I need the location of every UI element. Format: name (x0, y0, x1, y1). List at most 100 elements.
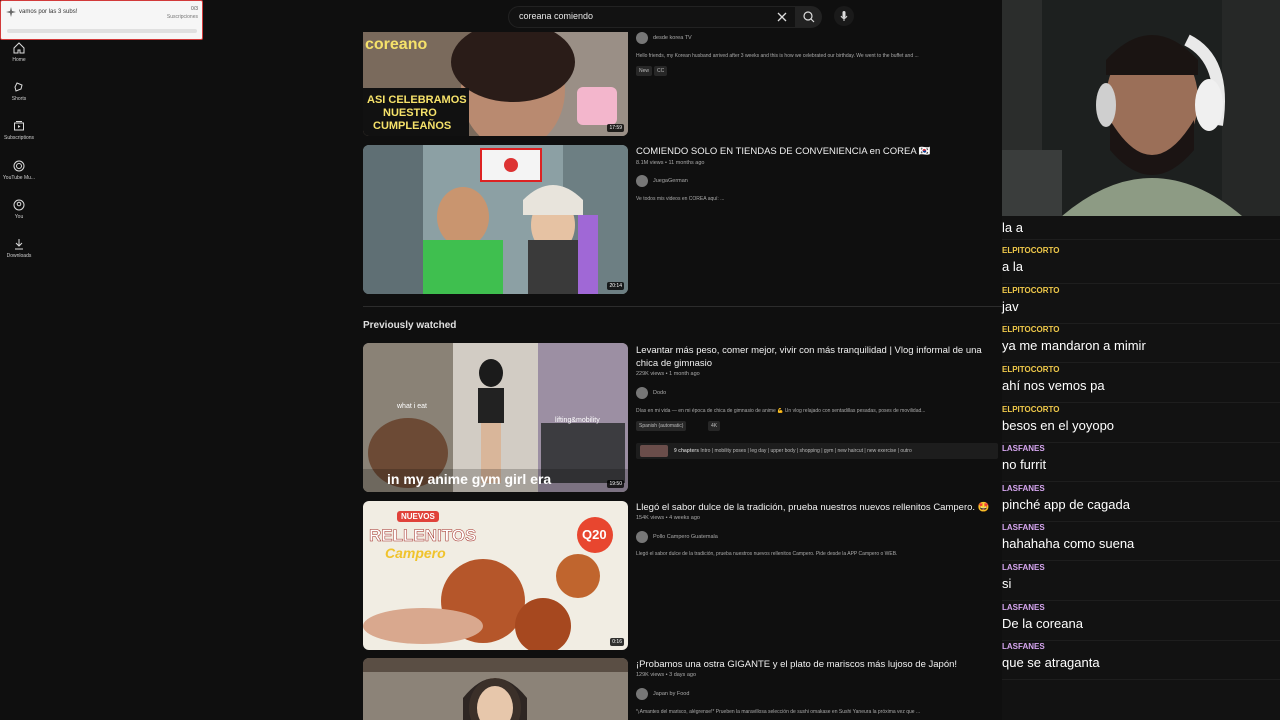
video-duration: 20:14 (607, 282, 624, 290)
thumbnail-text: CUMPLEAÑOS (373, 120, 452, 132)
chat-message: la a (1002, 216, 1280, 240)
thumbnail-text: Q20 (582, 527, 607, 542)
video-duration: 0:16 (610, 638, 624, 646)
sidebar-item-downloads[interactable]: Downloads (0, 238, 38, 276)
chapters-text: 9 chapters Intro | mobility poses | leg … (674, 448, 994, 454)
chat-username: LASFANES (1002, 523, 1045, 532)
video-channel[interactable]: Dodo (636, 387, 666, 399)
chapters-list: Intro | mobility poses | leg day | upper… (700, 448, 912, 454)
thumbnail-text: NUESTRO (383, 107, 437, 119)
video-description: Ve todos mis videos en COREA aquí: ... (636, 196, 725, 202)
sub-goal-widget: vamos por las 3 subs! 0/3 Suscripciones (0, 0, 203, 40)
screen: coreana comiendo vamos por las 3 subs! 0… (0, 0, 1280, 720)
section-divider (363, 306, 1003, 307)
goal-progress-bar (7, 29, 197, 33)
chat-username: LASFANES (1002, 484, 1045, 493)
chat-message: LASFANES hahahaha como suena (1002, 521, 1280, 561)
sidebar-item-youtube-music[interactable]: YouTube Mu... (0, 160, 38, 198)
chat-message: ELPITOCORTO a la (1002, 244, 1280, 284)
video-thumbnail[interactable]: what i eat lifting&mobility in my anime … (363, 343, 628, 492)
chat-text: pinché app de cagada (1002, 497, 1130, 512)
video-duration: 19:50 (607, 480, 624, 488)
chat-message: LASFANES pinché app de cagada (1002, 482, 1280, 522)
thumbnail-text: RELLENITOS (369, 526, 477, 546)
search-input[interactable]: coreana comiendo (508, 6, 796, 28)
chat-text: De la coreana (1002, 616, 1083, 631)
subscriptions-icon (14, 121, 24, 131)
sparkle-icon (6, 7, 16, 17)
language-badge: Spanish (automatic) (636, 421, 687, 431)
chat-username: ELPITOCORTO (1002, 325, 1060, 334)
chat-message: LASFANES si (1002, 561, 1280, 601)
chat-panel: la a ELPITOCORTO a la ELPITOCORTO jav EL… (1002, 216, 1280, 720)
thumbnail-text: coreano (365, 36, 428, 53)
chat-message: LASFANES no furrit (1002, 442, 1280, 482)
goal-label: Suscripciones (166, 14, 198, 20)
video-thumbnail[interactable]: NUEVOS RELLENITOS Campero Q20 0:16 (363, 501, 628, 650)
chat-text: hahahaha como suena (1002, 536, 1135, 551)
sidebar-item-home[interactable]: Home (0, 42, 38, 80)
chat-text: que se atraganta (1002, 655, 1100, 670)
thumbnail-text: NUEVOS (397, 511, 439, 522)
chat-text: no furrit (1002, 457, 1047, 472)
video-meta: 154K views • 4 weeks ago (636, 515, 700, 521)
download-icon (15, 239, 23, 250)
sidebar-item-label: Subscriptions (3, 135, 34, 141)
video-thumbnail[interactable]: 20:14 (363, 145, 628, 294)
search-query: coreana comiendo (519, 11, 594, 21)
video-title[interactable]: Llegó el sabor dulce de la tradición, pr… (636, 501, 996, 514)
webcam-image (1002, 0, 1280, 216)
thumbnail-text: lifting&mobility (555, 417, 600, 424)
video-channel[interactable]: Pollo Campero Guatemala (636, 531, 718, 543)
chat-username: LASFANES (1002, 642, 1045, 651)
video-meta: 129K views • 3 days ago (636, 672, 697, 678)
youtube-music-icon (13, 160, 25, 172)
video-thumbnail[interactable] (363, 658, 628, 720)
chat-username: ELPITOCORTO (1002, 405, 1060, 414)
chat-text: a la (1002, 259, 1023, 274)
chat-text: besos en el yoyopo (1002, 418, 1115, 433)
channel-avatar (636, 175, 648, 187)
sidebar-item-subscriptions[interactable]: Subscriptions (0, 120, 38, 158)
chat-username: LASFANES (1002, 603, 1045, 612)
video-title[interactable]: Levantar más peso, comer mejor, vivir co… (636, 344, 996, 370)
chat-text: la a (1002, 220, 1023, 235)
video-meta: 229K views • 1 month ago (636, 371, 700, 377)
thumbnail-art (363, 658, 628, 720)
video-description: *¡Amantes del marisco, alégrense!* Prueb… (636, 709, 921, 715)
channel-avatar (636, 531, 648, 543)
video-title[interactable]: COMIENDO SOLO EN TIENDAS DE CONVENIENCIA… (636, 145, 996, 158)
channel-avatar (636, 688, 648, 700)
thumbnail-art (363, 501, 628, 650)
video-description: Hello friends, my Korean husband arrived… (636, 53, 919, 59)
video-channel[interactable]: desde korea TV (636, 32, 692, 44)
shorts-icon (14, 82, 23, 92)
chat-text: ya me mandaron a mimir (1002, 338, 1146, 353)
voice-search-button[interactable] (834, 6, 854, 26)
clear-search-icon[interactable] (775, 9, 789, 25)
sidebar-item-shorts[interactable]: Shorts (0, 81, 38, 119)
video-thumbnail[interactable]: coreano ASI CELEBRAMOS NUESTRO CUMPLEAÑO… (363, 32, 628, 136)
chat-message: LASFANES De la coreana (1002, 601, 1280, 641)
video-meta: 8.1M views • 11 months ago (636, 160, 705, 166)
chapters-count: 9 chapters (674, 448, 700, 454)
video-channel[interactable]: Japan by Food (636, 688, 689, 700)
video-channel[interactable]: JuegaGerman (636, 175, 688, 187)
cc-badge: CC (654, 66, 668, 76)
chat-message: LASFANES que se atraganta (1002, 640, 1280, 680)
search-button[interactable] (796, 6, 822, 28)
channel-avatar (636, 387, 648, 399)
goal-title: vamos por las 3 subs! (19, 9, 78, 15)
sidebar-item-you[interactable]: You (0, 199, 38, 237)
thumbnail-text: Campero (385, 545, 446, 561)
thumbnail-art (363, 145, 628, 294)
video-title[interactable]: ¡Probamos una ostra GIGANTE y el plato d… (636, 658, 996, 671)
chat-message: ELPITOCORTO jav (1002, 284, 1280, 324)
sidebar-item-label: YouTube Mu... (2, 175, 36, 181)
video-duration: 17:59 (607, 124, 624, 132)
chat-username: LASFANES (1002, 563, 1045, 572)
goal-count: 0/3 (191, 6, 198, 12)
chat-text: ahí nos vemos pa (1002, 378, 1105, 393)
channel-avatar (636, 32, 648, 44)
chapters-strip[interactable]: 9 chapters Intro | mobility poses | leg … (636, 443, 998, 459)
